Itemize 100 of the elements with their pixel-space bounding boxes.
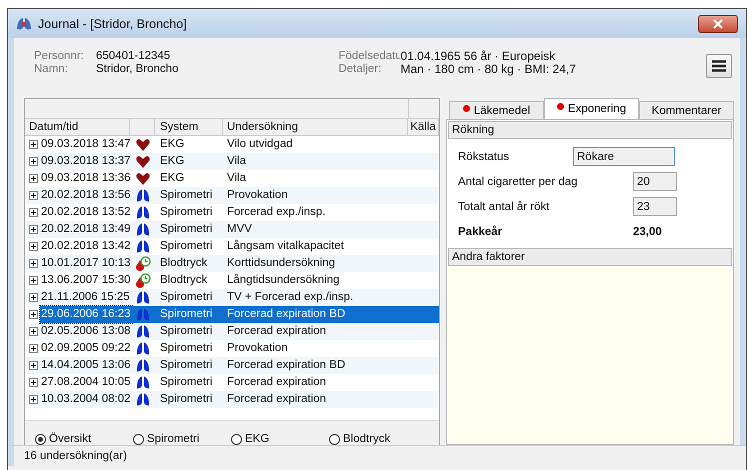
table-row[interactable]: 09.03.2018 13:37 EKG Vila	[25, 153, 439, 170]
menu-button[interactable]	[706, 54, 732, 78]
field-label: Antal cigaretter per dag	[458, 176, 579, 188]
lungs-icon	[136, 291, 150, 304]
status-text: 16 undersökning(ar)	[8, 445, 746, 466]
filter-radio[interactable]: EKG	[231, 433, 329, 445]
table-row[interactable]: 09.03.2018 13:47 EKG Vilo utvidgad	[25, 136, 439, 153]
table-cell-text: MVV	[226, 222, 253, 237]
expand-icon[interactable]	[29, 191, 38, 200]
heart-icon	[136, 172, 150, 184]
filter-radio[interactable]: Översikt	[35, 433, 133, 445]
table-cell: Forcerad expiration BD	[223, 306, 408, 323]
table-cell-text: Vilo utvidgad	[226, 137, 294, 152]
table-cell-text: TV + Forcerad exp./insp.	[226, 290, 354, 305]
table-cell-text: 20.02.2018 13:56	[40, 188, 132, 203]
expand-icon[interactable]	[29, 259, 38, 268]
table-cell-text: 09.03.2018 13:37	[40, 154, 132, 169]
field-label: Personnr:	[34, 50, 85, 63]
table-cell-text: EKG	[159, 171, 186, 186]
table-cell-text: 20.02.2018 13:49	[40, 222, 132, 237]
table-row[interactable]: 10.01.2017 10:13 Blodtryck Korttidsundersökning	[25, 255, 439, 272]
expand-icon[interactable]	[29, 378, 38, 387]
field-label: Pakkeår	[458, 226, 504, 238]
lungs-icon	[136, 393, 150, 406]
expand-icon[interactable]	[29, 293, 38, 302]
table-row[interactable]: 21.11.2006 15:25 Spirometri TV + Forcerad exp./insp.	[25, 289, 439, 306]
expand-icon[interactable]	[29, 344, 38, 353]
expand-icon[interactable]	[29, 225, 38, 234]
table-cell-text: Forcerad expiration	[226, 324, 328, 339]
blood-pressure-icon	[134, 273, 150, 288]
table-row[interactable]: 14.04.2005 13:06 Spirometri Forcerad expiration BD	[25, 357, 439, 374]
table-cell-text: Spirometri	[159, 239, 214, 254]
heart-icon	[136, 138, 150, 150]
lungs-icon	[136, 376, 150, 389]
table-cell-text: 20.02.2018 13:52	[40, 205, 132, 220]
expand-icon[interactable]	[29, 174, 38, 183]
close-icon	[713, 18, 723, 28]
expand-icon[interactable]	[29, 310, 38, 319]
tab[interactable]: Kommentarer	[639, 101, 734, 119]
table-row[interactable]: 10.03.2004 08:02 Spirometri Forcerad expiration	[25, 391, 439, 408]
tab[interactable]: Exponering	[544, 98, 639, 119]
field-value: Stridor, Broncho	[96, 63, 178, 76]
filter-radio[interactable]: Blodtryck	[329, 433, 427, 445]
lungs-icon	[136, 308, 150, 321]
expand-icon[interactable]	[29, 140, 38, 149]
field-label: Rökstatus	[458, 150, 510, 162]
field-label: Detaljer:	[338, 63, 382, 76]
table-cell-text: 10.01.2017 10:13	[40, 256, 132, 271]
input-field[interactable]: 20	[633, 172, 677, 191]
column-header[interactable]: System	[155, 118, 223, 136]
table-row[interactable]: 20.02.2018 13:49 Spirometri MVV	[25, 221, 439, 238]
table-row[interactable]: 13.06.2007 15:30 Blodtryck Långtidsundersökning	[25, 272, 439, 289]
section-header: Rökning	[448, 121, 732, 139]
table-row[interactable]: 20.02.2018 13:52 Spirometri Forcerad exp./insp.	[25, 204, 439, 221]
lungs-icon	[136, 206, 150, 219]
table-row[interactable]: 27.08.2004 10:05 Spirometri Forcerad expiration	[25, 374, 439, 391]
filter-radio[interactable]: Spirometri	[133, 433, 231, 445]
table-cell-text: 10.03.2004 08:02	[40, 392, 132, 407]
table-row[interactable]: 20.02.2018 13:42 Spirometri Långsam vitalkapacitet	[25, 238, 439, 255]
table-row[interactable]: 09.03.2018 13:36 EKG Vila	[25, 170, 439, 187]
expand-icon[interactable]	[29, 327, 38, 336]
input-field[interactable]: Rökare	[573, 147, 675, 166]
table-cell-text: Spirometri	[159, 341, 214, 356]
input-field[interactable]: 23	[633, 197, 677, 216]
column-header[interactable]: Källa	[408, 118, 439, 136]
table-cell-text: 27.08.2004 10:05	[40, 375, 132, 390]
close-button[interactable]	[698, 14, 738, 32]
table-row[interactable]: 29.06.2006 16:23 Spirometri Forcerad expiration BD	[25, 306, 439, 323]
table-cell-text: Blodtryck	[159, 256, 208, 271]
expand-icon[interactable]	[29, 361, 38, 370]
table-cell-text: Provokation	[226, 188, 289, 203]
table-cell-text: Forcerad exp./insp.	[226, 205, 326, 220]
table-cell-text: Långtidsundersökning	[226, 272, 341, 288]
tab[interactable]: Läkemedel	[449, 101, 544, 119]
window-title: Journal - [Stridor, Broncho]	[38, 16, 188, 30]
table-cell-text: Vila	[226, 171, 247, 186]
expand-icon[interactable]	[29, 395, 38, 404]
column-header[interactable]: Datum/tid	[25, 119, 130, 135]
table-row[interactable]: 02.05.2006 13:08 Spirometri Forcerad expiration	[25, 323, 439, 340]
table-cell-text: Spirometri	[159, 324, 214, 339]
table-cell-text: Spirometri	[159, 290, 214, 305]
column-header[interactable]: Undersökning	[223, 118, 408, 136]
expand-icon[interactable]	[29, 276, 38, 285]
table-cell-text: 14.04.2005 13:06	[40, 358, 132, 373]
section-header: Andra faktorer	[448, 248, 732, 266]
table-cell-text: Forcerad expiration	[226, 392, 328, 407]
table-cell-text: Korttidsundersökning	[226, 256, 336, 271]
table-row[interactable]: 02.09.2005 09:22 Spirometri Provokation	[25, 340, 439, 357]
table-row[interactable]: 20.02.2018 13:56 Spirometri Provokation	[25, 187, 439, 204]
field-value: Man · 180 cm · 80 kg · BMI: 24,7	[400, 63, 576, 76]
expand-icon[interactable]	[29, 157, 38, 166]
table-cell-text: 13.06.2007 15:30	[40, 273, 132, 288]
field-label: Totalt antal år rökt	[458, 200, 550, 212]
table-cell: Spirometri	[155, 306, 223, 323]
lungs-icon	[16, 16, 32, 30]
table-cell-text: 09.03.2018 13:36	[40, 171, 132, 186]
table-cell-text: Vila	[226, 154, 247, 169]
expand-icon[interactable]	[29, 242, 38, 251]
expand-icon[interactable]	[29, 208, 38, 217]
lungs-icon	[136, 342, 150, 355]
